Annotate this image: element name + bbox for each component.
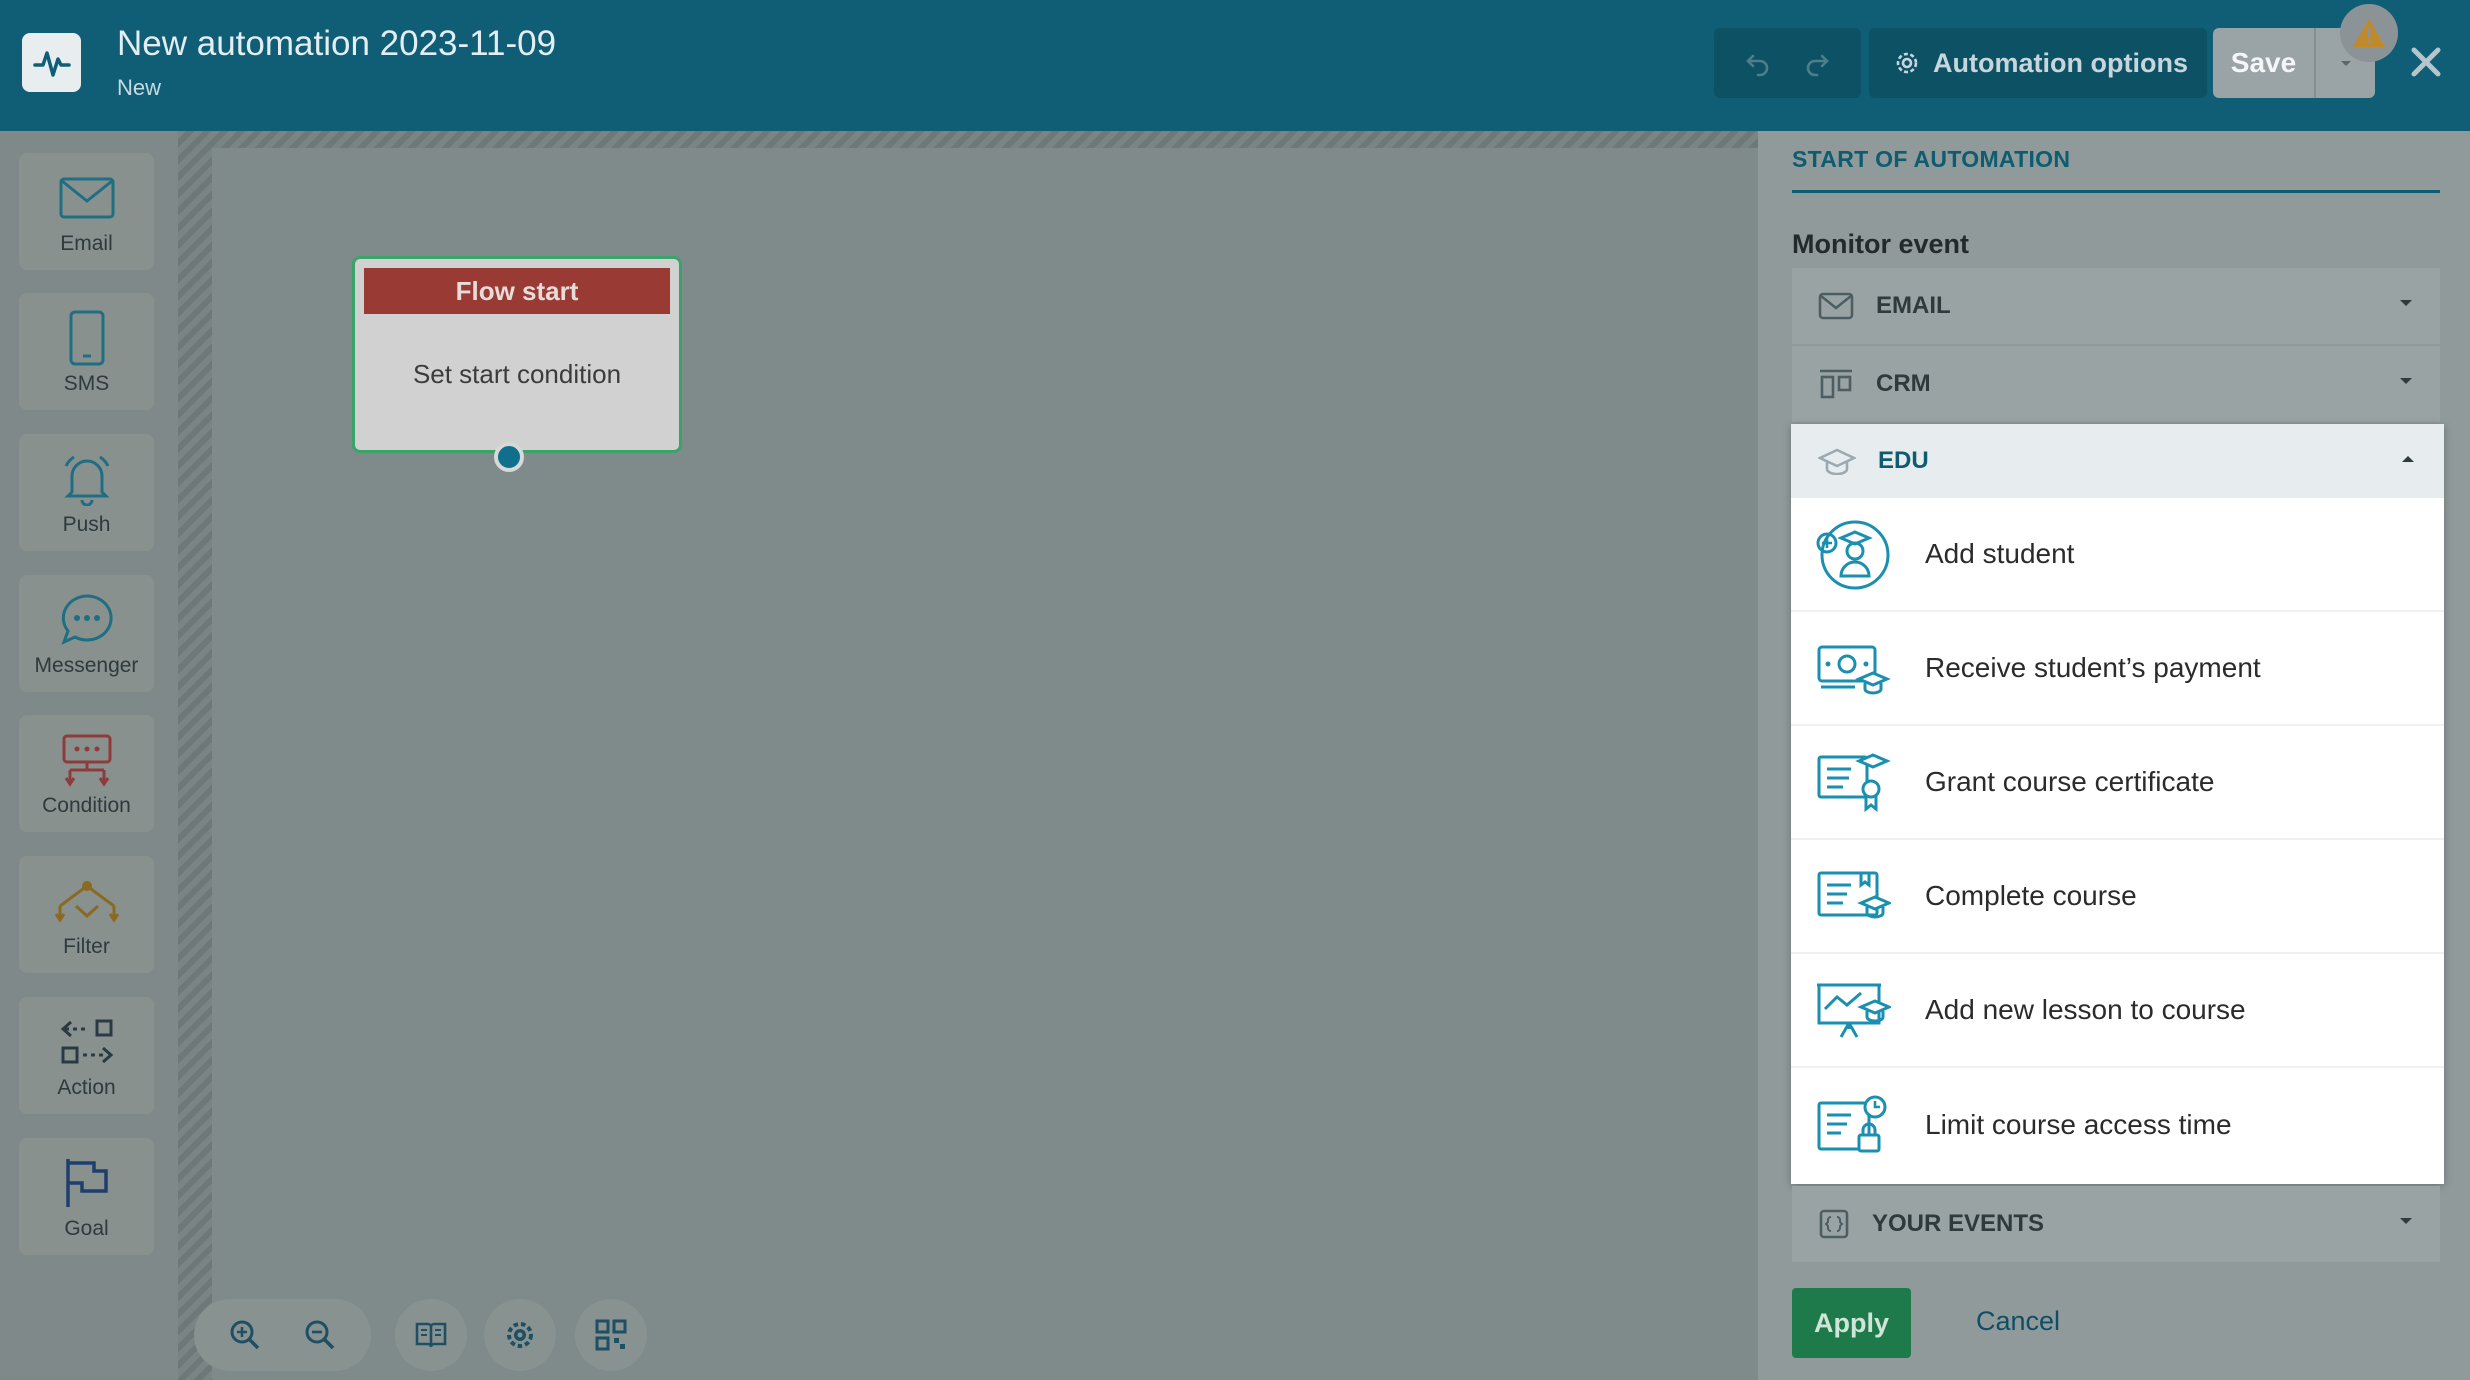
- chevron-down-icon: [2400, 378, 2412, 384]
- warning-badge[interactable]: [2340, 4, 2398, 62]
- edu-event-label: Receive student’s payment: [1925, 652, 2261, 683]
- envelope-icon: [19, 167, 154, 229]
- chevron-down-icon: [2400, 1218, 2412, 1224]
- fit-view-button[interactable]: [575, 1299, 647, 1371]
- envelope-icon: [1818, 292, 1854, 320]
- payment-icon: [1815, 632, 1891, 706]
- chat-bubble-icon: [19, 589, 154, 651]
- top-header: New automation 2023-11-09 New Automation…: [0, 0, 2470, 131]
- toolbar-item-email[interactable]: Email: [19, 153, 154, 270]
- automation-options-button[interactable]: Automation options: [1869, 28, 2207, 98]
- zoom-in-icon[interactable]: [220, 1310, 270, 1360]
- flag-icon: [19, 1152, 154, 1214]
- book-icon: [415, 1322, 447, 1348]
- accordion-your-events-label: YOUR EVENTS: [1872, 1210, 2045, 1237]
- toolbar-item-label: Filter: [63, 935, 110, 958]
- flow-output-connector[interactable]: [494, 442, 524, 472]
- toolbar-item-label: Push: [62, 513, 111, 536]
- monitor-event-label: Monitor event: [1792, 229, 1970, 259]
- certificate-icon: [1815, 746, 1891, 820]
- toolbar-item-label: Messenger: [34, 654, 139, 677]
- toolbar-item-label: Email: [60, 232, 113, 255]
- edu-event-receive-payment[interactable]: Receive student’s payment: [1791, 612, 2444, 726]
- save-button[interactable]: Save: [2213, 28, 2316, 98]
- accordion-crm[interactable]: CRM: [1792, 346, 2440, 422]
- guide-book-button[interactable]: [395, 1299, 467, 1371]
- action-icon: [19, 1011, 154, 1073]
- access-time-icon: [1815, 1088, 1891, 1162]
- pulse-logo-icon[interactable]: [22, 33, 81, 92]
- edu-event-label: Grant course certificate: [1925, 766, 2215, 797]
- accordion-your-events[interactable]: YOUR EVENTS: [1792, 1186, 2440, 1262]
- toolbar-item-label: Goal: [64, 1217, 109, 1240]
- filter-icon: [19, 870, 154, 932]
- edu-event-label: Add new lesson to course: [1925, 994, 2246, 1025]
- toolbar-item-filter[interactable]: Filter: [19, 856, 154, 973]
- edu-event-label: Complete course: [1925, 880, 2137, 911]
- gear-icon: [1896, 52, 1918, 74]
- flow-start-node[interactable]: Flow start Set start condition: [352, 256, 682, 453]
- accordion-edu-label: EDU: [1878, 447, 1929, 474]
- toolbar-item-push[interactable]: Push: [19, 434, 154, 551]
- warning-icon: [2353, 19, 2385, 47]
- redo-icon[interactable]: [1792, 38, 1842, 88]
- accordion-email-label: EMAIL: [1876, 292, 1951, 319]
- toolbar-item-label: SMS: [63, 372, 110, 395]
- undo-icon[interactable]: [1733, 38, 1783, 88]
- cancel-button[interactable]: Cancel: [1976, 1306, 2060, 1337]
- phone-icon: [19, 307, 154, 369]
- gear-icon: [507, 1322, 533, 1348]
- close-button[interactable]: [2400, 36, 2452, 88]
- canvas-border: [178, 131, 212, 1380]
- edu-event-complete-course[interactable]: Complete course: [1791, 840, 2444, 954]
- toolbar-item-goal[interactable]: Goal: [19, 1138, 154, 1255]
- accordion-edu[interactable]: EDU: [1791, 424, 2444, 498]
- custom-event-icon: [1819, 1209, 1849, 1239]
- toolbar-item-label: Condition: [42, 794, 131, 817]
- graduation-cap-icon: [1818, 448, 1856, 475]
- toolbar-item-messenger[interactable]: Messenger: [19, 575, 154, 692]
- page-subtitle: New: [117, 75, 162, 100]
- canvas-settings-button[interactable]: [484, 1299, 556, 1371]
- zoom-out-icon[interactable]: [295, 1310, 345, 1360]
- canvas-border-top: [178, 131, 1758, 148]
- chevron-down-icon: [2340, 61, 2351, 66]
- complete-course-icon: [1815, 860, 1891, 934]
- panel-title: START OF AUTOMATION: [1792, 146, 2071, 172]
- lesson-board-icon: [1815, 974, 1891, 1048]
- undo-redo-group: [1714, 28, 1861, 98]
- qr-grid-icon: [595, 1319, 627, 1351]
- add-student-icon: [1815, 518, 1891, 592]
- flow-start-header: Flow start: [364, 268, 670, 314]
- accordion-edu-expanded: EDU Add student Receive student’s paymen…: [1791, 424, 2444, 1184]
- crm-board-icon: [1820, 369, 1852, 399]
- edu-event-add-student[interactable]: Add student: [1791, 498, 2444, 612]
- accordion-email[interactable]: EMAIL: [1792, 268, 2440, 344]
- toolbar-item-condition[interactable]: Condition: [19, 715, 154, 832]
- edu-event-label: Limit course access time: [1925, 1109, 2232, 1140]
- accordion-crm-label: CRM: [1876, 370, 1931, 397]
- bell-icon: [19, 448, 154, 510]
- zoom-controls: [194, 1299, 371, 1371]
- edu-event-add-lesson[interactable]: Add new lesson to course: [1791, 954, 2444, 1068]
- automation-options-label: Automation options: [1933, 47, 2188, 78]
- flow-start-condition-text: Set start condition: [412, 359, 622, 389]
- toolbar-item-label: Action: [57, 1076, 116, 1099]
- edu-event-label: Add student: [1925, 538, 2075, 569]
- toolbar-item-sms[interactable]: SMS: [19, 293, 154, 410]
- panel-title-underline: [1792, 190, 2440, 193]
- page-title: New automation 2023-11-09: [117, 24, 557, 63]
- toolbar-item-action[interactable]: Action: [19, 997, 154, 1114]
- condition-icon: [19, 729, 154, 791]
- edu-event-grant-certificate[interactable]: Grant course certificate: [1791, 726, 2444, 840]
- apply-button[interactable]: Apply: [1792, 1288, 1911, 1358]
- close-icon: [2411, 47, 2441, 77]
- chevron-up-icon: [2402, 456, 2414, 462]
- chevron-down-icon: [2400, 300, 2412, 306]
- edu-event-limit-access[interactable]: Limit course access time: [1791, 1068, 2444, 1182]
